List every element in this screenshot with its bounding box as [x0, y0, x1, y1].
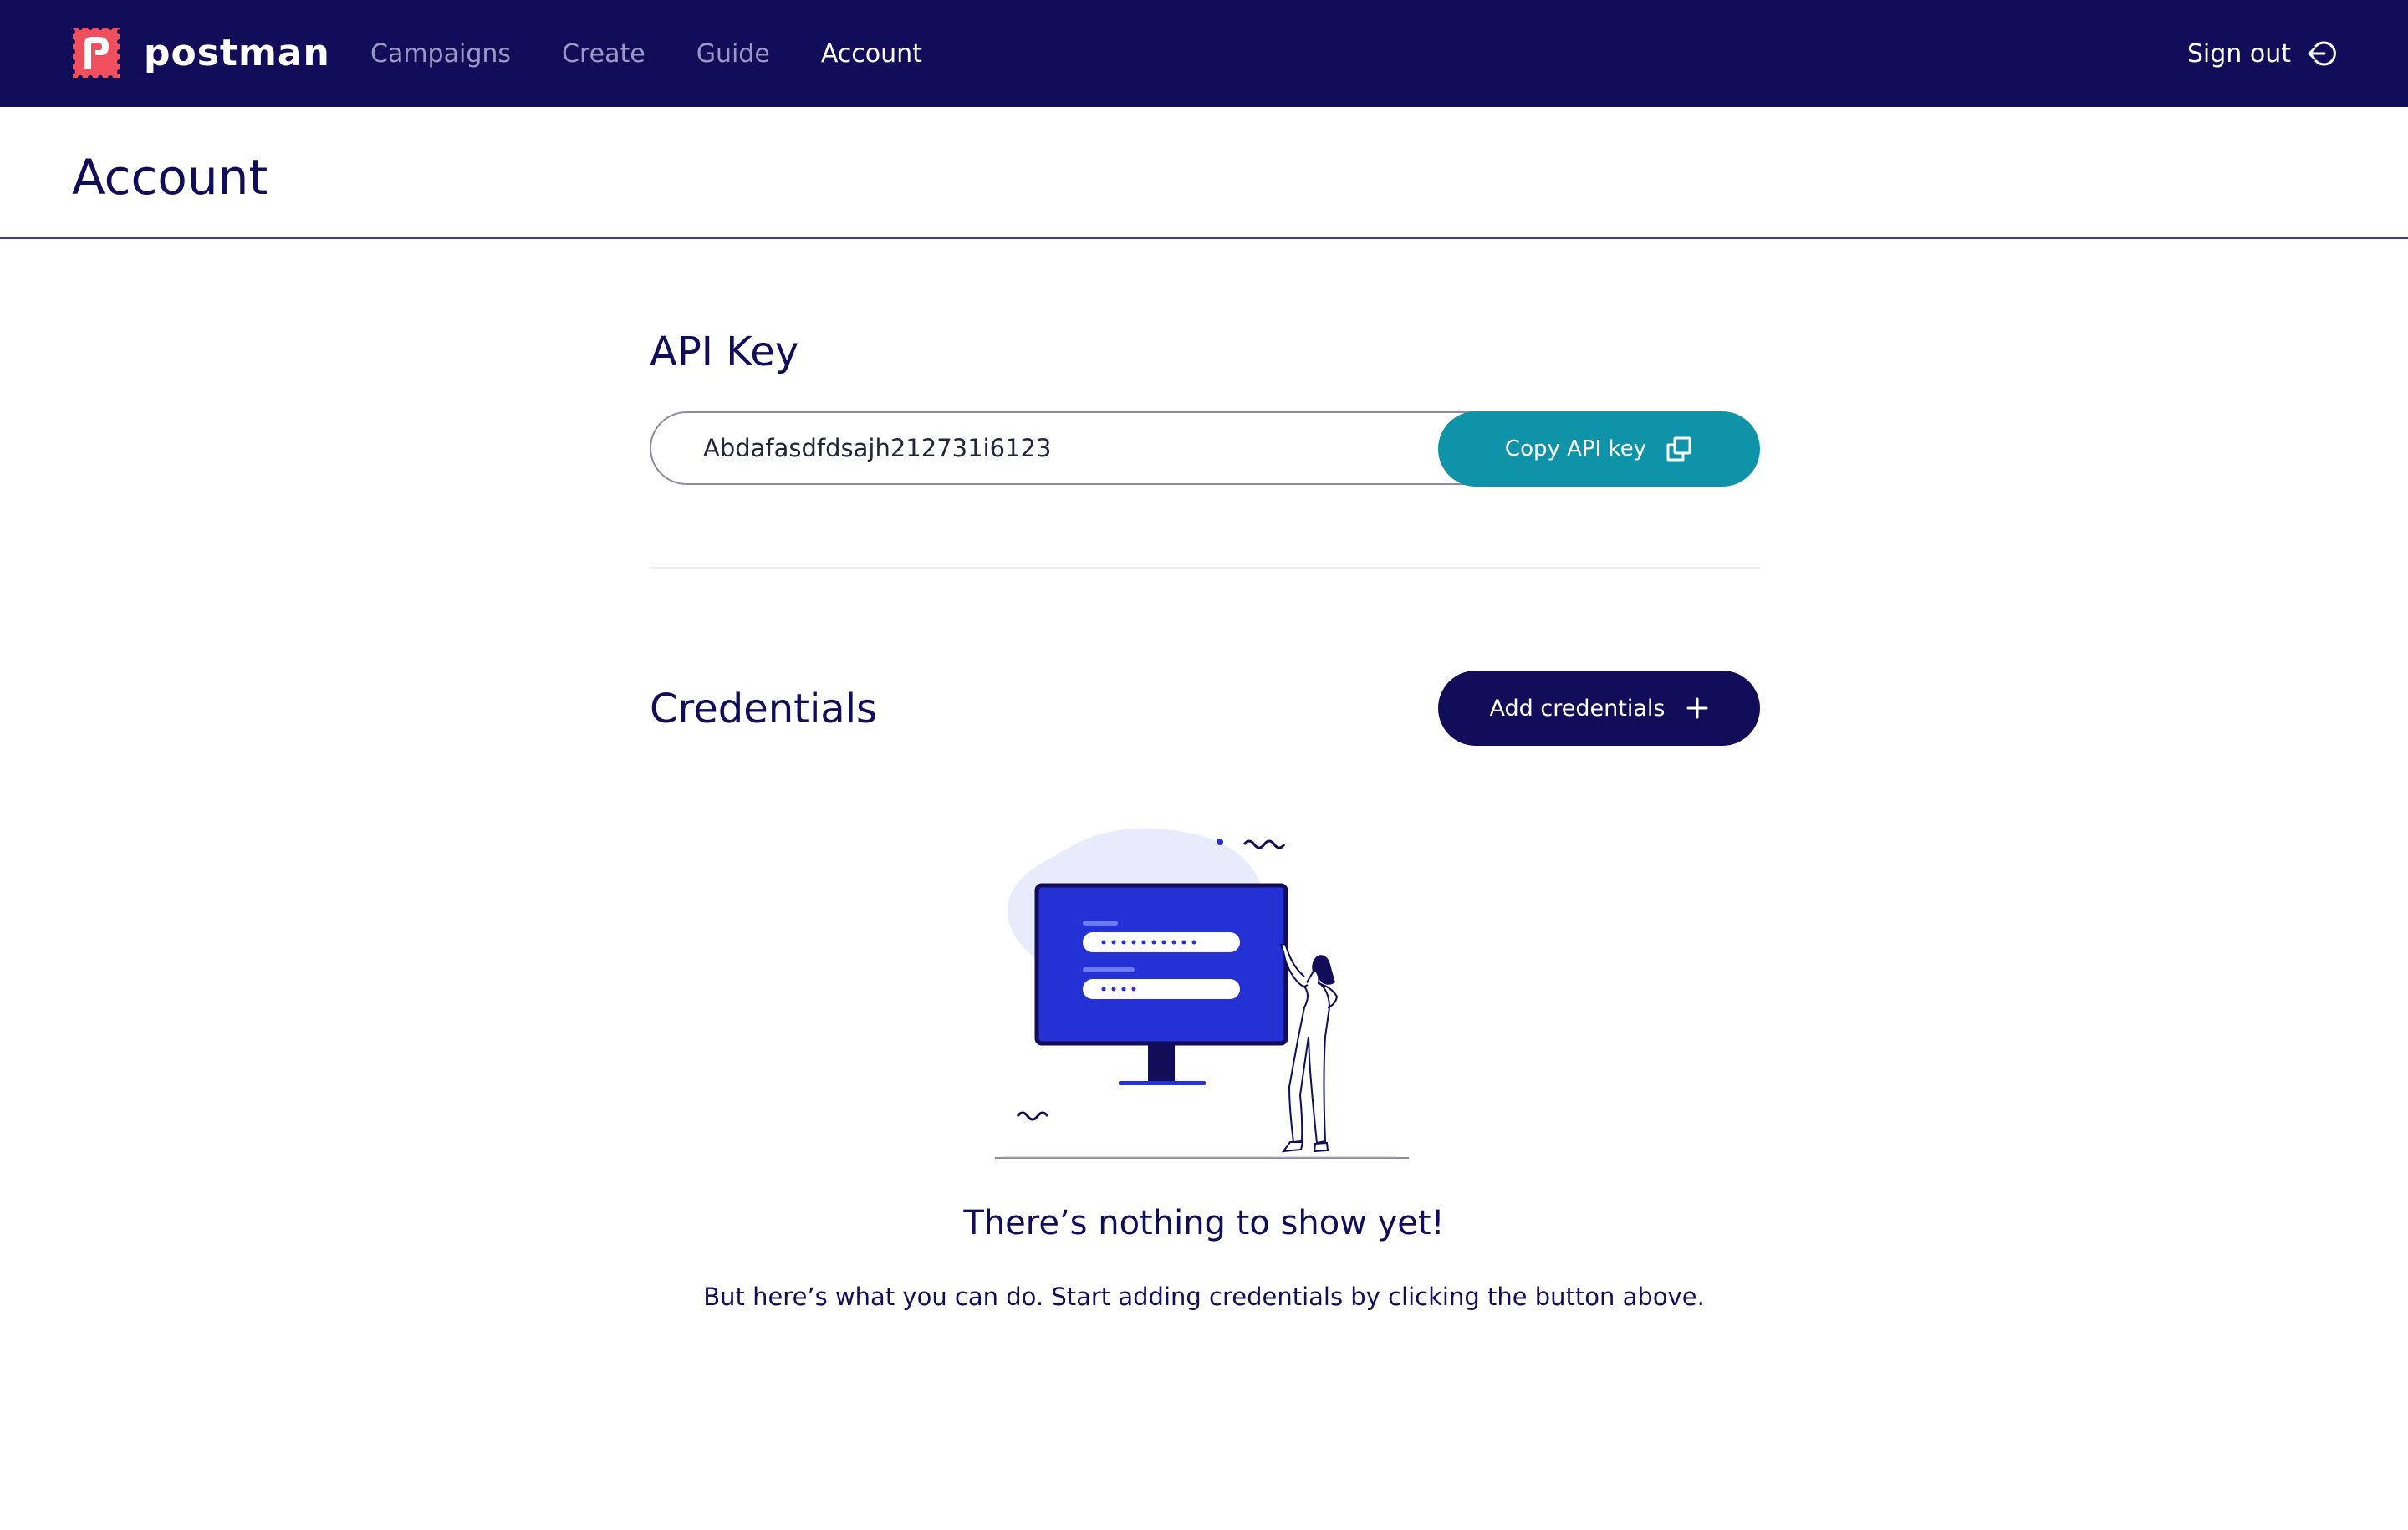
- plus-icon: [1686, 697, 1708, 719]
- sign-out-icon: [2308, 41, 2336, 66]
- monitor-with-login-form-illustration: [995, 828, 1409, 1159]
- sign-out-button[interactable]: Sign out: [2187, 0, 2336, 107]
- empty-state-description: But here’s what you can do. Start adding…: [703, 1283, 1705, 1311]
- section-divider: [650, 567, 1760, 569]
- nav-item-account[interactable]: Account: [821, 39, 922, 69]
- nav-item-guide[interactable]: Guide: [696, 39, 770, 69]
- empty-state-title: There’s nothing to show yet!: [963, 1204, 1445, 1242]
- api-key-field[interactable]: [650, 411, 1569, 485]
- copy-api-key-button[interactable]: Copy API key: [1438, 411, 1760, 487]
- postman-logo[interactable]: postman: [70, 25, 330, 80]
- top-navigation-bar: postman Campaigns Create Guide Account S…: [0, 0, 2408, 107]
- nav-item-campaigns[interactable]: Campaigns: [370, 39, 511, 69]
- copy-api-key-label: Copy API key: [1504, 436, 1647, 462]
- copy-icon: [1666, 436, 1691, 462]
- api-key-input[interactable]: [701, 433, 1424, 463]
- credentials-heading: Credentials: [650, 686, 878, 732]
- page-header: Account: [0, 107, 2408, 239]
- add-credentials-label: Add credentials: [1489, 695, 1666, 722]
- page-title: Account: [72, 149, 268, 206]
- logo-wordmark: postman: [144, 31, 330, 74]
- sign-out-label: Sign out: [2186, 38, 2291, 69]
- main-nav: Campaigns Create Guide Account: [370, 0, 973, 107]
- api-key-heading: API Key: [650, 329, 799, 375]
- add-credentials-button[interactable]: Add credentials: [1438, 671, 1760, 746]
- nav-item-create[interactable]: Create: [562, 39, 645, 69]
- postman-logo-icon: [70, 25, 122, 80]
